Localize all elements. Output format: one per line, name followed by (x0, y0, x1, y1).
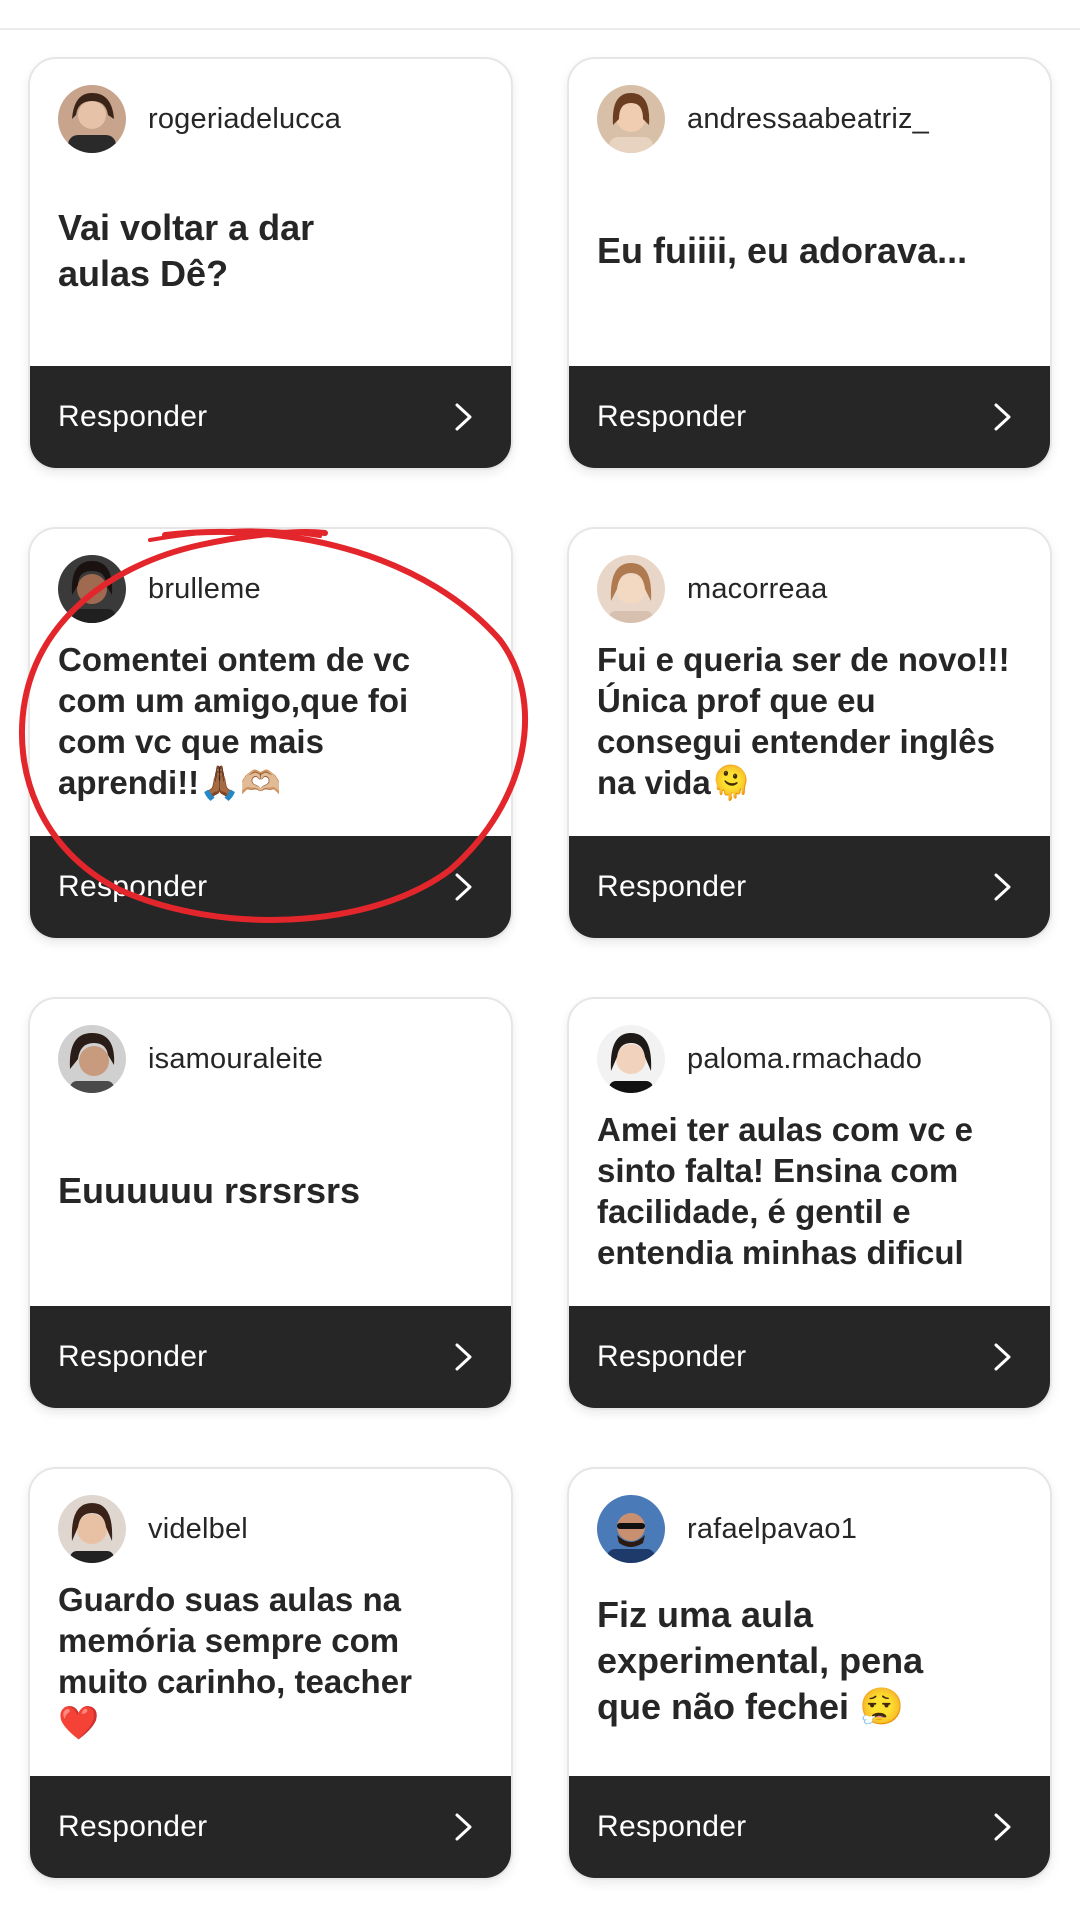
avatar[interactable] (58, 1025, 126, 1093)
reply-label: Responder (597, 1340, 747, 1373)
comment-card: videlbel Guardo suas aulas na memória se… (28, 1467, 513, 1880)
username[interactable]: videlbel (148, 1513, 248, 1546)
reply-button[interactable]: Responder (569, 366, 1050, 468)
comment-card: rafaelpavao1 Fiz uma aula experimental, … (567, 1467, 1052, 1880)
reply-label: Responder (597, 1810, 747, 1843)
comment-card: brulleme Comentei ontem de vc com um ami… (28, 527, 513, 940)
comment-text: Comentei ontem de vc com um amigo,que fo… (58, 641, 411, 801)
reply-label: Responder (597, 400, 747, 433)
username[interactable]: rogeriadelucca (148, 103, 341, 136)
username[interactable]: paloma.rmachado (687, 1043, 922, 1076)
top-divider (0, 28, 1080, 30)
reply-label: Responder (58, 1810, 208, 1843)
avatar[interactable] (597, 555, 665, 623)
comment-card: paloma.rmachado Amei ter aulas com vc e … (567, 997, 1052, 1410)
avatar[interactable] (597, 1025, 665, 1093)
reply-label: Responder (58, 400, 208, 433)
username[interactable]: isamouraleite (148, 1043, 323, 1076)
comment-card: isamouraleite Euuuuuu rsrsrsrs Responder (28, 997, 513, 1410)
reply-button[interactable]: Responder (30, 1306, 511, 1408)
avatar[interactable] (597, 85, 665, 153)
reply-label: Responder (58, 1340, 208, 1373)
chevron-right-icon (994, 873, 1011, 901)
comment-text: Amei ter aulas com vc e sinto falta! Ens… (597, 1111, 974, 1271)
chevron-right-icon (455, 873, 472, 901)
reply-button[interactable]: Responder (30, 1776, 511, 1878)
reply-button[interactable]: Responder (569, 1776, 1050, 1878)
chevron-right-icon (994, 403, 1011, 431)
username[interactable]: brulleme (148, 573, 261, 606)
chevron-right-icon (455, 1343, 472, 1371)
comment-grid: rogeriadelucca Vai voltar a dar aulas Dê… (28, 57, 1052, 1882)
avatar[interactable] (58, 85, 126, 153)
comment-card: macorreaa Fui e queria ser de novo!!! Ún… (567, 527, 1052, 940)
reply-label: Responder (597, 870, 747, 903)
username[interactable]: andressaabeatriz_ (687, 103, 929, 136)
comment-text: Guardo suas aulas na memória sempre com … (58, 1581, 412, 1741)
chevron-right-icon (455, 403, 472, 431)
chevron-right-icon (994, 1343, 1011, 1371)
comment-text: Euuuuuu rsrsrsrs (58, 1170, 361, 1211)
comment-text: Fiz uma aula experimental, pena que não … (597, 1594, 924, 1727)
chevron-right-icon (455, 1813, 472, 1841)
avatar[interactable] (58, 555, 126, 623)
comment-card: andressaabeatriz_ Eu fuiiii, eu adorava.… (567, 57, 1052, 470)
username[interactable]: macorreaa (687, 573, 827, 606)
avatar[interactable] (58, 1495, 126, 1563)
avatar[interactable] (597, 1495, 665, 1563)
reply-button[interactable]: Responder (569, 1306, 1050, 1408)
comment-card: rogeriadelucca Vai voltar a dar aulas Dê… (28, 57, 513, 470)
comment-text: Vai voltar a dar aulas Dê? (58, 207, 315, 294)
comment-text: Fui e queria ser de novo!!! Única prof q… (597, 641, 1010, 801)
username[interactable]: rafaelpavao1 (687, 1513, 857, 1546)
reply-button[interactable]: Responder (30, 366, 511, 468)
reply-button[interactable]: Responder (569, 836, 1050, 938)
reply-button[interactable]: Responder (30, 836, 511, 938)
comment-text: Eu fuiiii, eu adorava... (597, 230, 968, 271)
chevron-right-icon (994, 1813, 1011, 1841)
reply-label: Responder (58, 870, 208, 903)
